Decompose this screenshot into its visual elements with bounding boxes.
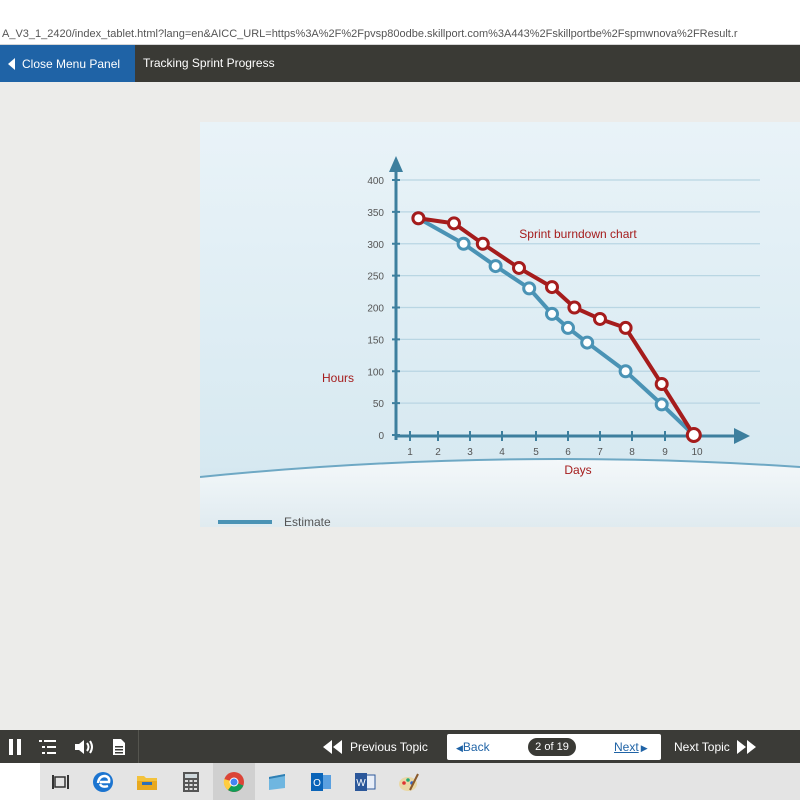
y-tick-label: 350 — [367, 208, 384, 219]
y-tick-label: 150 — [367, 335, 384, 346]
data-point-remaining — [685, 427, 702, 443]
next-button[interactable]: Next ▶ — [614, 734, 648, 760]
audio-button[interactable] — [72, 730, 96, 763]
y-tick-label: 200 — [367, 304, 384, 315]
pause-icon — [9, 738, 21, 755]
outlook-icon: O — [311, 772, 331, 791]
address-bar[interactable]: A_V3_1_2420/index_tablet.html?lang=en&AI… — [0, 0, 800, 45]
pause-button[interactable] — [4, 730, 26, 763]
previous-topic-label: Previous Topic — [350, 739, 428, 754]
data-point-remaining — [475, 236, 490, 251]
outline-button[interactable] — [36, 730, 60, 763]
x-tick-label: 1 — [407, 447, 413, 458]
close-menu-panel-button[interactable]: Close Menu Panel — [0, 45, 135, 82]
x-tick-label: 8 — [629, 447, 635, 458]
edge-icon — [93, 771, 113, 792]
y-tick-label: 0 — [378, 431, 384, 442]
word-icon: W — [355, 772, 376, 791]
list-icon — [39, 739, 56, 754]
control-separator — [138, 730, 139, 763]
data-point-remaining — [411, 211, 426, 226]
double-chevron-left-icon — [323, 739, 342, 754]
x-axis-label: Days — [564, 463, 591, 477]
data-point-estimate — [456, 236, 471, 251]
url-text: A_V3_1_2420/index_tablet.html?lang=en&AI… — [2, 28, 738, 40]
data-point-remaining — [618, 320, 633, 335]
paint-taskbar-button[interactable] — [388, 763, 430, 800]
y-tick-label: 300 — [367, 240, 384, 251]
notepad-taskbar-button[interactable] — [256, 763, 298, 800]
caret-left-icon — [8, 57, 15, 70]
calculator-taskbar-button[interactable] — [170, 763, 212, 800]
edge-taskbar-button[interactable] — [82, 763, 124, 800]
svg-text:W: W — [356, 778, 366, 789]
player-controls: Previous Topic ◀Back 2 of 19 Next ▶ Next … — [0, 730, 800, 763]
burndown-slide: 0 50 100 150 200 250 300 350 400 1 2 3 4 5 6 7 8 9 10 Spr… — [200, 122, 800, 527]
data-point-estimate — [561, 320, 575, 335]
data-point-remaining — [654, 377, 669, 391]
next-topic-label: Next Topic — [674, 739, 730, 754]
chrome-taskbar-button[interactable] — [213, 763, 255, 800]
data-point-remaining — [512, 260, 526, 275]
data-point-remaining — [447, 216, 461, 231]
y-tick-label: 100 — [367, 367, 384, 378]
transcript-button[interactable] — [108, 730, 130, 763]
y-axis-label: Hours — [322, 371, 354, 385]
file-explorer-taskbar-button[interactable] — [126, 763, 168, 800]
svg-text:O: O — [313, 778, 321, 789]
y-tick-label: 50 — [373, 399, 385, 410]
x-tick-label: 7 — [597, 447, 603, 458]
windows-taskbar: O W — [0, 763, 800, 800]
word-taskbar-button[interactable]: W — [344, 763, 386, 800]
folder-icon — [137, 775, 157, 790]
burndown-chart: 0 50 100 150 200 250 300 350 400 1 2 3 4 5 6 7 8 9 10 Spr… — [200, 122, 800, 527]
x-tick-label: 2 — [435, 447, 441, 458]
x-tick-label: 5 — [533, 447, 539, 458]
data-point-remaining — [593, 311, 607, 326]
page-counter: 2 of 19 — [528, 738, 576, 756]
x-tick-label: 9 — [662, 447, 668, 458]
topic-title: Tracking Sprint Progress — [143, 56, 275, 70]
outlook-taskbar-button[interactable]: O — [300, 763, 342, 800]
data-point-estimate — [488, 259, 503, 274]
previous-topic-button[interactable]: Previous Topic — [322, 730, 428, 763]
legend-estimate-label: Estimate — [284, 515, 331, 527]
data-point-estimate — [545, 306, 559, 321]
back-button[interactable]: ◀Back — [456, 734, 490, 760]
next-label: Next — [614, 740, 639, 754]
back-label: Back — [462, 740, 490, 754]
paint-icon — [399, 773, 419, 791]
speaker-icon — [75, 739, 93, 754]
task-view-button[interactable] — [40, 763, 82, 800]
data-point-remaining — [567, 300, 582, 315]
calculator-icon — [183, 771, 199, 792]
taskbar-search-box[interactable] — [0, 763, 40, 800]
y-tick-label: 250 — [367, 272, 384, 283]
course-header: Close Menu Panel Tracking Sprint Progres… — [0, 45, 800, 82]
caret-left-small-icon: ◀ — [456, 743, 463, 753]
next-topic-button[interactable]: Next Topic — [674, 730, 758, 763]
data-point-remaining — [545, 280, 559, 295]
double-chevron-right-icon — [736, 739, 756, 754]
y-tick-label: 400 — [367, 176, 384, 187]
x-tick-label: 10 — [691, 447, 703, 458]
data-point-estimate — [522, 281, 537, 296]
x-tick-label: 6 — [565, 447, 571, 458]
x-tick-label: 4 — [499, 447, 505, 458]
notepad-icon — [269, 773, 285, 790]
task-view-icon — [52, 774, 69, 789]
data-point-estimate — [618, 364, 633, 379]
chart-title: Sprint burndown chart — [519, 227, 637, 241]
page-navigator: ◀Back 2 of 19 Next ▶ — [447, 734, 661, 760]
caret-right-small-icon: ▶ — [640, 743, 648, 753]
close-menu-label: Close Menu Panel — [22, 56, 121, 71]
chrome-icon — [223, 771, 244, 792]
document-icon — [113, 738, 125, 755]
data-point-estimate — [654, 397, 669, 412]
x-tick-label: 3 — [467, 447, 473, 458]
data-point-estimate — [580, 335, 595, 350]
